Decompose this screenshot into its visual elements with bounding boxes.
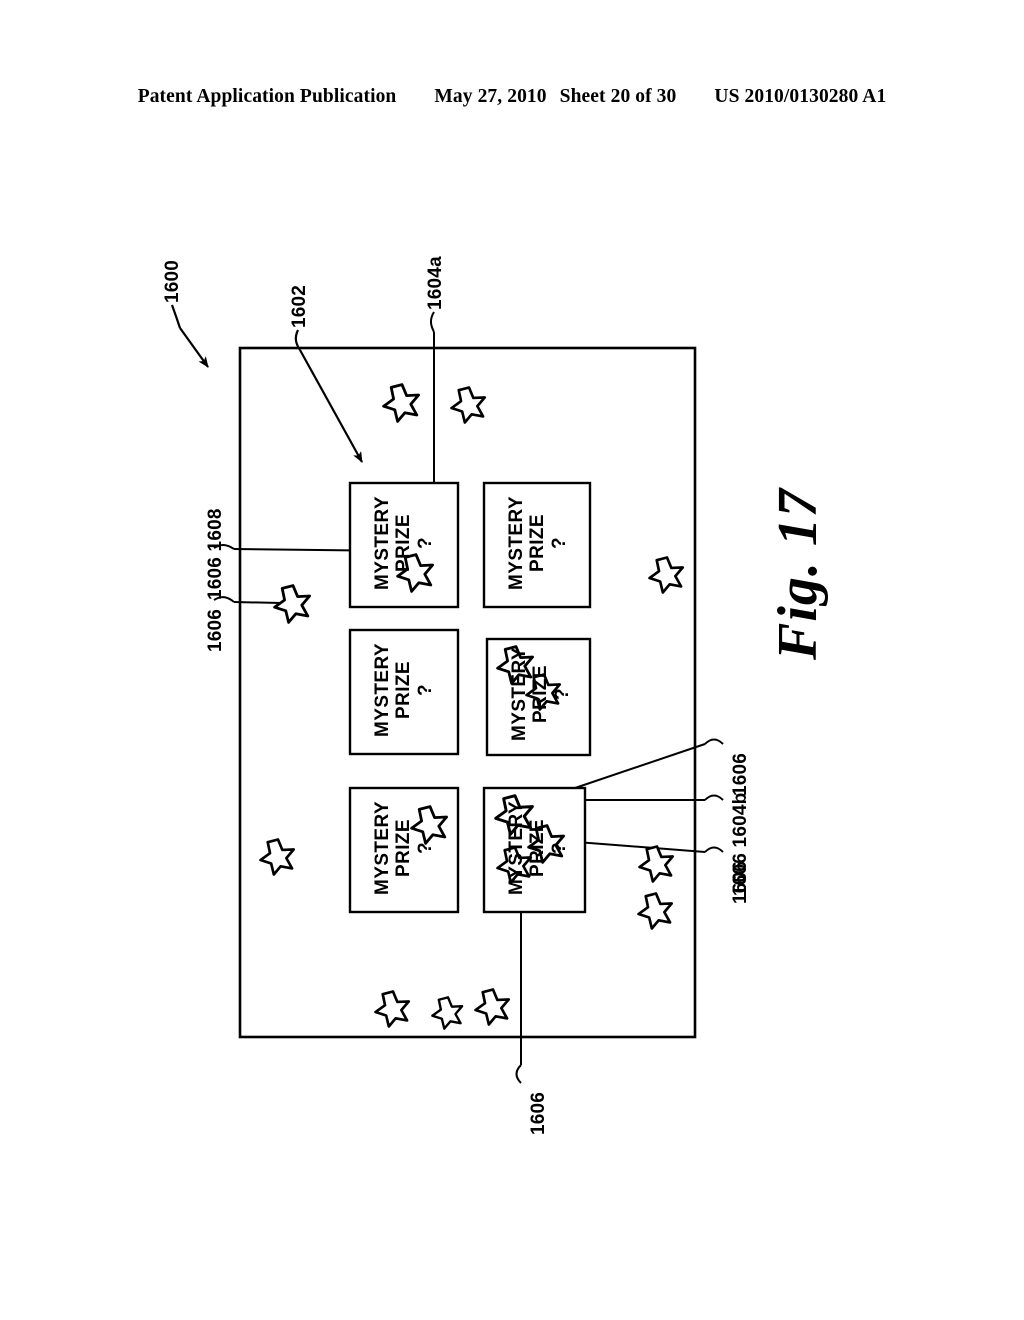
- figure-caption: Fig. 17: [767, 488, 829, 660]
- star-icon-4: [273, 584, 312, 624]
- prize-tile-6-line3: ?: [548, 842, 570, 855]
- prize-tile-4-line3: ?: [551, 688, 573, 701]
- prize-tile-6-label: MYSTERY PRIZE ?: [506, 794, 570, 902]
- star-icon-3: [648, 556, 685, 594]
- prize-tile-4-line2: PRIZE: [530, 665, 552, 723]
- prize-tile-1-line2: PRIZE: [393, 514, 415, 572]
- prize-tile-6-line1: MYSTERY: [506, 801, 527, 895]
- star-icon-1: [382, 383, 421, 423]
- display-screen-frame: [238, 346, 697, 1039]
- ref-numeral-1606-1608: 1606 1608: [205, 508, 226, 600]
- star-icon-10: [474, 988, 511, 1026]
- ref-numeral-1604a: 1604a: [425, 256, 446, 310]
- star-icon-2: [450, 386, 487, 424]
- prize-tile-4-line1: MYSTERY: [509, 647, 530, 741]
- figure-17: 1600 1602 1604a 1606 1608 1606 1606 1606…: [0, 0, 1024, 1320]
- ref-numeral-1600: 1600: [162, 259, 183, 303]
- star-icon-5: [259, 838, 296, 876]
- prize-tile-5-label: MYSTERY PRIZE ?: [372, 794, 436, 902]
- ref-numeral-1602: 1602: [289, 284, 310, 328]
- ref-numeral-1606-bottom: 1606: [528, 1091, 549, 1135]
- star-icon-8: [374, 990, 411, 1028]
- ref-numeral-1606-right-upper: 1606: [730, 752, 751, 796]
- prize-tile-1-label: MYSTERY PRIZE ?: [372, 489, 436, 597]
- prize-tile-1-line1: MYSTERY: [372, 496, 393, 590]
- leader-line-1606-1604b: [572, 794, 724, 801]
- prize-tile-2-label: MYSTERY PRIZE ?: [506, 489, 570, 597]
- prize-tile-3-line1: MYSTERY: [372, 643, 393, 737]
- star-icon-6: [638, 845, 675, 883]
- prize-tile-5-line3: ?: [414, 842, 436, 855]
- prize-tile-4-label: MYSTERY PRIZE ?: [509, 643, 573, 745]
- prize-tile-3-line3: ?: [414, 684, 436, 697]
- prize-tile-2-line3: ?: [548, 537, 570, 550]
- prize-tile-2-line2: PRIZE: [527, 514, 549, 572]
- prize-tile-3-label: MYSTERY PRIZE ?: [372, 636, 436, 744]
- prize-tile-3-line2: PRIZE: [393, 661, 415, 719]
- prize-tile-5-line2: PRIZE: [393, 819, 415, 877]
- prize-tile-6-line2: PRIZE: [527, 819, 549, 877]
- prize-tile-2-line1: MYSTERY: [506, 496, 527, 590]
- star-icon-7: [637, 892, 674, 930]
- prize-tile-5-line1: MYSTERY: [372, 801, 393, 895]
- ref-numeral-1606-left: 1606: [205, 608, 226, 652]
- leader-line-1602: [294, 329, 363, 463]
- prize-tile-1-line3: ?: [414, 537, 436, 550]
- star-icon-9: [431, 996, 464, 1030]
- leader-line-1600: [170, 304, 209, 368]
- ref-numeral-1606-right-lower: 1606: [730, 860, 751, 904]
- leader-line-1604a: [430, 311, 435, 498]
